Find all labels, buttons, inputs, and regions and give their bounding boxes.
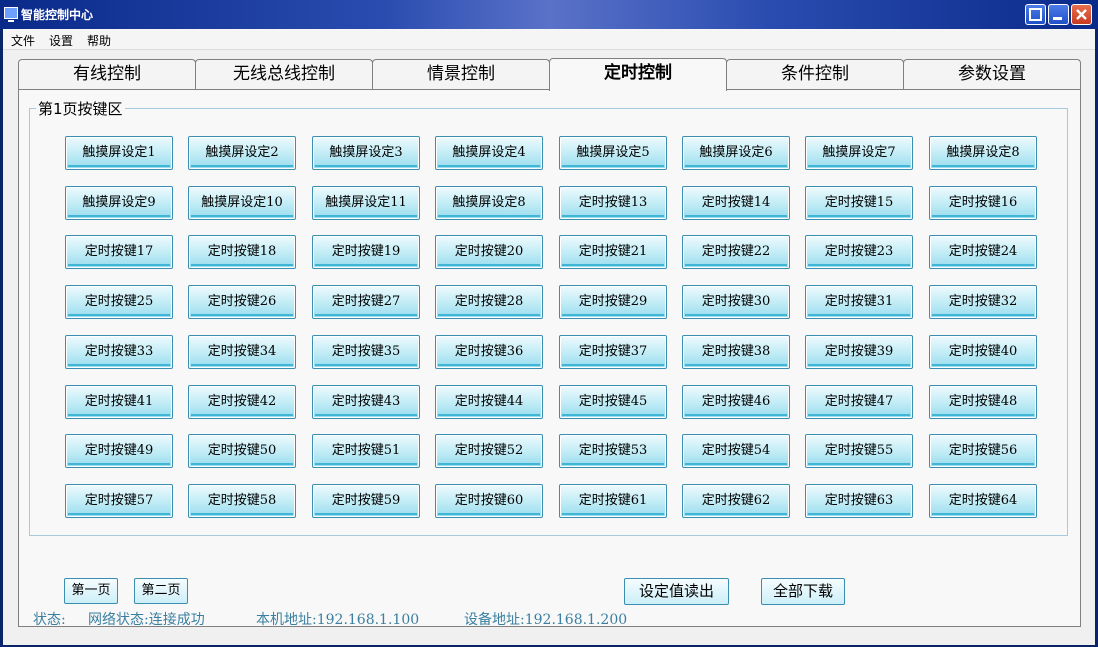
key-button-24[interactable]: 定时按键24 bbox=[929, 235, 1037, 269]
key-button-16[interactable]: 定时按键16 bbox=[929, 186, 1037, 220]
key-button-17[interactable]: 定时按键17 bbox=[65, 235, 173, 269]
key-button-18[interactable]: 定时按键18 bbox=[188, 235, 296, 269]
app-icon bbox=[4, 7, 18, 22]
key-button-38[interactable]: 定时按键38 bbox=[682, 335, 790, 369]
key-button-7[interactable]: 触摸屏设定7 bbox=[805, 136, 913, 170]
status-label: 状态: bbox=[33, 612, 66, 628]
key-button-32[interactable]: 定时按键32 bbox=[929, 285, 1037, 319]
key-button-11[interactable]: 触摸屏设定11 bbox=[312, 186, 420, 220]
menu-help[interactable]: 帮助 bbox=[87, 32, 111, 49]
tab-scene-control[interactable]: 情景控制 bbox=[372, 59, 550, 90]
key-button-37[interactable]: 定时按键37 bbox=[559, 335, 667, 369]
maximize-button[interactable] bbox=[1025, 4, 1046, 25]
key-button-50[interactable]: 定时按键50 bbox=[188, 434, 296, 468]
key-button-10[interactable]: 触摸屏设定10 bbox=[188, 186, 296, 220]
key-button-34[interactable]: 定时按键34 bbox=[188, 335, 296, 369]
key-button-43[interactable]: 定时按键43 bbox=[312, 385, 420, 419]
key-button-41[interactable]: 定时按键41 bbox=[65, 385, 173, 419]
key-button-60[interactable]: 定时按键60 bbox=[435, 484, 543, 518]
key-button-31[interactable]: 定时按键31 bbox=[805, 285, 913, 319]
key-button-29[interactable]: 定时按键29 bbox=[559, 285, 667, 319]
key-button-49[interactable]: 定时按键49 bbox=[65, 434, 173, 468]
key-button-21[interactable]: 定时按键21 bbox=[559, 235, 667, 269]
app-window: 智能控制中心 文件 设置 帮助 有线控制 无线总线控制 情景控制 定时控制 条件… bbox=[0, 0, 1098, 647]
group-title: 第1页按键区 bbox=[36, 98, 125, 119]
key-button-19[interactable]: 定时按键19 bbox=[312, 235, 420, 269]
key-button-58[interactable]: 定时按键58 bbox=[188, 484, 296, 518]
key-button-57[interactable]: 定时按键57 bbox=[65, 484, 173, 518]
key-button-52[interactable]: 定时按键52 bbox=[435, 434, 543, 468]
key-button-35[interactable]: 定时按键35 bbox=[312, 335, 420, 369]
key-button-53[interactable]: 定时按键53 bbox=[559, 434, 667, 468]
key-button-8[interactable]: 触摸屏设定8 bbox=[929, 136, 1037, 170]
menu-bar: 文件 设置 帮助 bbox=[3, 29, 1095, 50]
network-status: 网络状态:连接成功 bbox=[88, 612, 205, 628]
key-button-22[interactable]: 定时按键22 bbox=[682, 235, 790, 269]
key-button-51[interactable]: 定时按键51 bbox=[312, 434, 420, 468]
tab-wireless-bus-control[interactable]: 无线总线控制 bbox=[195, 59, 373, 90]
key-button-30[interactable]: 定时按键30 bbox=[682, 285, 790, 319]
key-button-45[interactable]: 定时按键45 bbox=[559, 385, 667, 419]
key-button-47[interactable]: 定时按键47 bbox=[805, 385, 913, 419]
minimize-icon bbox=[1053, 17, 1062, 20]
tab-timer-control[interactable]: 定时控制 bbox=[549, 58, 727, 91]
key-button-54[interactable]: 定时按键54 bbox=[682, 434, 790, 468]
key-button-12[interactable]: 触摸屏设定8 bbox=[435, 186, 543, 220]
key-button-33[interactable]: 定时按键33 bbox=[65, 335, 173, 369]
key-group: 第1页按键区 触摸屏设定1 触摸屏设定2 触摸屏设定3 触摸屏设定4 触摸屏设定5 触摸屏… bbox=[29, 98, 1068, 536]
first-page-button[interactable]: 第一页 bbox=[64, 578, 118, 604]
key-button-59[interactable]: 定时按键59 bbox=[312, 484, 420, 518]
key-button-2[interactable]: 触摸屏设定2 bbox=[188, 136, 296, 170]
key-button-36[interactable]: 定时按键36 bbox=[435, 335, 543, 369]
menu-settings[interactable]: 设置 bbox=[49, 32, 73, 49]
key-button-42[interactable]: 定时按键42 bbox=[188, 385, 296, 419]
key-button-27[interactable]: 定时按键27 bbox=[312, 285, 420, 319]
key-button-63[interactable]: 定时按键63 bbox=[805, 484, 913, 518]
tab-wired-control[interactable]: 有线控制 bbox=[18, 59, 196, 90]
title-bar[interactable]: 智能控制中心 bbox=[0, 0, 1098, 29]
tab-condition-control[interactable]: 条件控制 bbox=[726, 59, 904, 90]
key-button-20[interactable]: 定时按键20 bbox=[435, 235, 543, 269]
key-button-26[interactable]: 定时按键26 bbox=[188, 285, 296, 319]
tab-parameter-settings[interactable]: 参数设置 bbox=[903, 59, 1081, 90]
key-button-40[interactable]: 定时按键40 bbox=[929, 335, 1037, 369]
menu-file[interactable]: 文件 bbox=[11, 32, 35, 49]
key-button-28[interactable]: 定时按键28 bbox=[435, 285, 543, 319]
key-button-25[interactable]: 定时按键25 bbox=[65, 285, 173, 319]
read-settings-button[interactable]: 设定值读出 bbox=[624, 578, 729, 605]
download-all-button[interactable]: 全部下载 bbox=[761, 578, 845, 605]
local-address: 本机地址:192.168.1.100 bbox=[256, 612, 420, 628]
key-button-61[interactable]: 定时按键61 bbox=[559, 484, 667, 518]
key-button-3[interactable]: 触摸屏设定3 bbox=[312, 136, 420, 170]
key-button-4[interactable]: 触摸屏设定4 bbox=[435, 136, 543, 170]
key-button-56[interactable]: 定时按键56 bbox=[929, 434, 1037, 468]
key-button-15[interactable]: 定时按键15 bbox=[805, 186, 913, 220]
minimize-button[interactable] bbox=[1048, 4, 1069, 25]
client-area: 文件 设置 帮助 有线控制 无线总线控制 情景控制 定时控制 条件控制 参数设置… bbox=[3, 29, 1095, 645]
key-button-14[interactable]: 定时按键14 bbox=[682, 186, 790, 220]
close-icon bbox=[1076, 9, 1087, 20]
tab-panel: 第1页按键区 触摸屏设定1 触摸屏设定2 触摸屏设定3 触摸屏设定4 触摸屏设定5 触摸屏… bbox=[18, 89, 1081, 627]
key-button-6[interactable]: 触摸屏设定6 bbox=[682, 136, 790, 170]
key-button-55[interactable]: 定时按键55 bbox=[805, 434, 913, 468]
key-button-46[interactable]: 定时按键46 bbox=[682, 385, 790, 419]
key-button-62[interactable]: 定时按键62 bbox=[682, 484, 790, 518]
second-page-button[interactable]: 第二页 bbox=[134, 578, 188, 604]
key-button-39[interactable]: 定时按键39 bbox=[805, 335, 913, 369]
window-title: 智能控制中心 bbox=[21, 8, 94, 22]
key-button-1[interactable]: 触摸屏设定1 bbox=[65, 136, 173, 170]
key-button-48[interactable]: 定时按键48 bbox=[929, 385, 1037, 419]
key-button-44[interactable]: 定时按键44 bbox=[435, 385, 543, 419]
key-button-9[interactable]: 触摸屏设定9 bbox=[65, 186, 173, 220]
key-button-13[interactable]: 定时按键13 bbox=[559, 186, 667, 220]
maximize-icon bbox=[1029, 8, 1042, 21]
key-button-5[interactable]: 触摸屏设定5 bbox=[559, 136, 667, 170]
key-button-64[interactable]: 定时按键64 bbox=[929, 484, 1037, 518]
device-address: 设备地址:192.168.1.200 bbox=[464, 612, 628, 628]
key-button-23[interactable]: 定时按键23 bbox=[805, 235, 913, 269]
close-button[interactable] bbox=[1071, 4, 1092, 25]
